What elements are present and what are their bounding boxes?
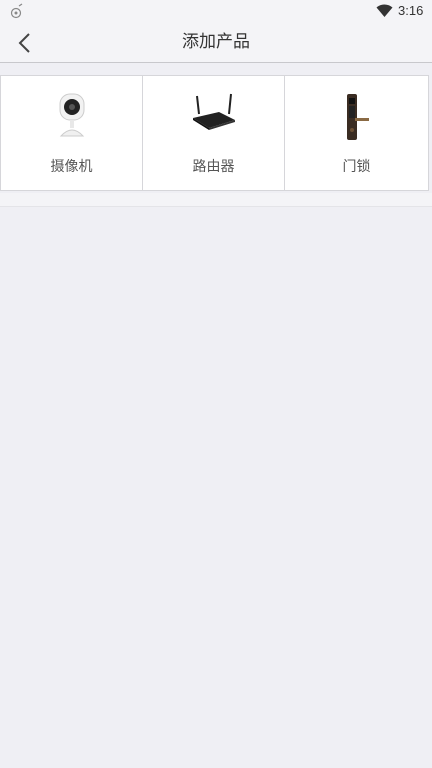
product-tile-camera[interactable]: 摄像机 [0, 75, 143, 191]
wifi-icon [376, 4, 393, 17]
door-lock-icon [285, 92, 428, 142]
router-icon [143, 92, 284, 142]
chevron-left-icon [18, 33, 30, 53]
product-label: 路由器 [192, 159, 235, 175]
status-time: 3:16 [398, 3, 424, 18]
camera-icon [1, 92, 142, 142]
header-bar: 添加产品 [0, 22, 432, 63]
product-label: 门锁 [342, 159, 371, 175]
page-title: 添加产品 [182, 32, 250, 52]
product-tile-door-lock[interactable]: 门锁 [284, 75, 429, 191]
product-grid: 摄像机 路由器 门锁 [0, 75, 432, 193]
back-button[interactable] [10, 28, 40, 56]
product-label: 摄像机 [50, 159, 93, 175]
status-bar: 3:16 [0, 0, 432, 22]
notification-icon [10, 3, 23, 19]
product-tile-router[interactable]: 路由器 [142, 75, 285, 191]
section-divider [0, 193, 432, 207]
